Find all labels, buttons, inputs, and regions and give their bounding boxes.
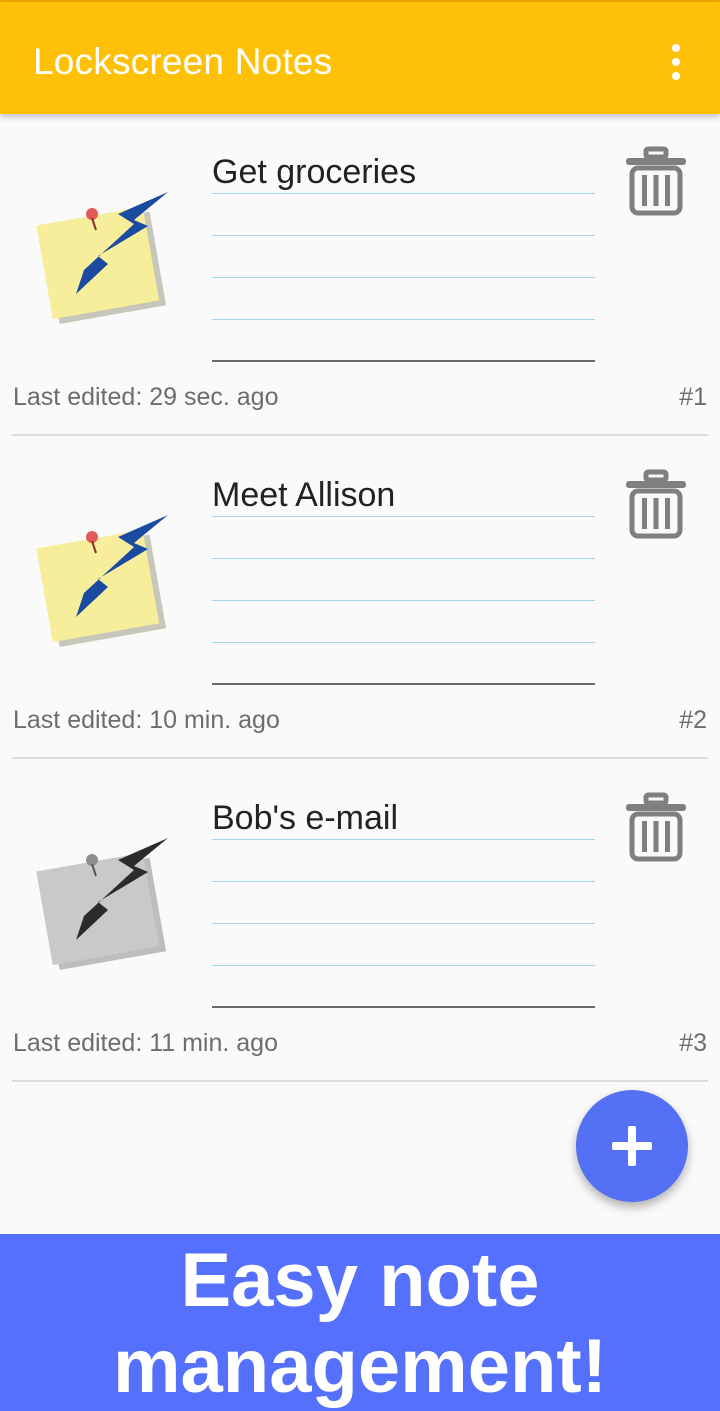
sticky-note-lightning-icon — [36, 192, 168, 324]
trash-icon[interactable] — [622, 146, 690, 218]
note-card-1[interactable]: Get groceries Last edited: 29 sec. ago #… — [0, 114, 720, 437]
divider — [12, 757, 708, 759]
note-text-field[interactable]: Get groceries — [212, 152, 595, 362]
last-edited-label: Last edited: 29 sec. ago — [13, 383, 279, 411]
app-bar: Lockscreen Notes — [0, 2, 720, 114]
promo-line-1: Easy note — [180, 1238, 540, 1323]
note-title: Bob's e-mail — [212, 799, 399, 837]
trash-icon[interactable] — [622, 792, 690, 864]
note-number: #2 — [679, 706, 707, 734]
promo-text: Easy note management! — [0, 1238, 720, 1410]
more-vert-icon[interactable] — [652, 34, 700, 90]
promo-banner: Easy note management! — [0, 1234, 720, 1411]
sticky-note-lightning-icon — [36, 515, 168, 647]
note-title: Get groceries — [212, 153, 417, 191]
note-number: #3 — [679, 1029, 707, 1057]
add-note-button[interactable] — [576, 1090, 688, 1202]
sticky-note-lightning-icon — [36, 838, 168, 970]
divider — [12, 1080, 708, 1082]
divider — [12, 434, 708, 436]
plus-icon — [612, 1126, 652, 1166]
note-number: #1 — [679, 383, 707, 411]
note-card-2[interactable]: Meet Allison Last edited: 10 min. ago #2 — [0, 437, 720, 760]
note-card-3[interactable]: Bob's e-mail Last edited: 11 min. ago #3 — [0, 760, 720, 1083]
last-edited-label: Last edited: 11 min. ago — [13, 1029, 278, 1057]
promo-line-2: management! — [112, 1324, 608, 1409]
note-text-field[interactable]: Meet Allison — [212, 475, 595, 685]
note-title: Meet Allison — [212, 476, 396, 514]
last-edited-label: Last edited: 10 min. ago — [13, 706, 280, 734]
app-title: Lockscreen Notes — [33, 41, 333, 82]
note-text-field[interactable]: Bob's e-mail — [212, 798, 595, 1008]
trash-icon[interactable] — [622, 469, 690, 541]
